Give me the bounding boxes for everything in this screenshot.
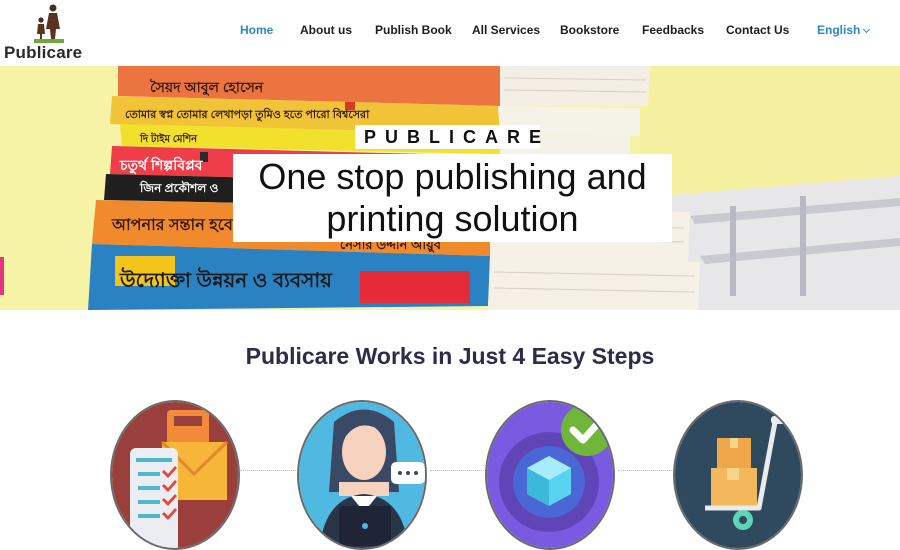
book-spine-title: আপনার সন্তান হবে — [112, 217, 233, 234]
step-connector — [618, 470, 678, 471]
language-label: English — [817, 23, 861, 37]
hero-tagline: One stop publishing and printing solutio… — [233, 154, 672, 242]
nav-about[interactable]: About us — [300, 23, 352, 37]
site-header: Publicare Home About us Publish Book All… — [0, 0, 900, 66]
book-spine-title: দি টাইম মেশিন — [140, 134, 198, 145]
nav-publish-book[interactable]: Publish Book — [375, 23, 452, 37]
delivery-trolley-icon — [675, 402, 801, 548]
tagline-line: One stop publishing and — [258, 156, 647, 197]
book-spine-title: তোমার স্বপ্ন তোমার লেখাপড়া তুমিও হতে পা… — [125, 109, 370, 121]
step-connector — [240, 470, 300, 471]
nav-all-services[interactable]: All Services — [472, 23, 540, 37]
step-4 — [673, 400, 803, 550]
step-3 — [485, 400, 615, 550]
language-selector[interactable]: English — [817, 23, 871, 37]
step-connector — [430, 470, 490, 471]
chevron-down-icon — [863, 25, 871, 34]
book-spine-title: জিন প্রকৌশল ও — [140, 181, 219, 195]
book-spine-title: চতুর্থ শিল্পবিপ্লব — [120, 157, 203, 173]
book-spine-title: সৈয়দ আবুল হোসেন — [150, 79, 264, 95]
support-agent-icon — [299, 402, 425, 548]
form-checklist-icon — [112, 402, 238, 548]
logo-text: Publicare — [4, 43, 83, 62]
book-spine-title: উদ্যোক্তা উন্নয়ন ও ব্যবসায় — [120, 270, 332, 292]
nav-contact[interactable]: Contact Us — [726, 23, 789, 37]
hero-banner: সৈয়দ আবুল হোসেন তোমার স্বপ্ন তোমার লেখা… — [0, 66, 900, 310]
tagline-line: printing solution — [326, 198, 579, 239]
step-2 — [297, 400, 427, 550]
nav-feedbacks[interactable]: Feedbacks — [642, 23, 704, 37]
nav-home[interactable]: Home — [240, 23, 273, 37]
main-nav: Home About us Publish Book All Services … — [0, 23, 900, 41]
hero-brand: PUBLICARE — [355, 125, 541, 149]
nav-bookstore[interactable]: Bookstore — [560, 23, 619, 37]
steps-title: Publicare Works in Just 4 Easy Steps — [245, 343, 655, 369]
step-1 — [110, 400, 240, 550]
gear-check-icon — [487, 402, 613, 548]
side-accent-bar — [0, 257, 4, 295]
